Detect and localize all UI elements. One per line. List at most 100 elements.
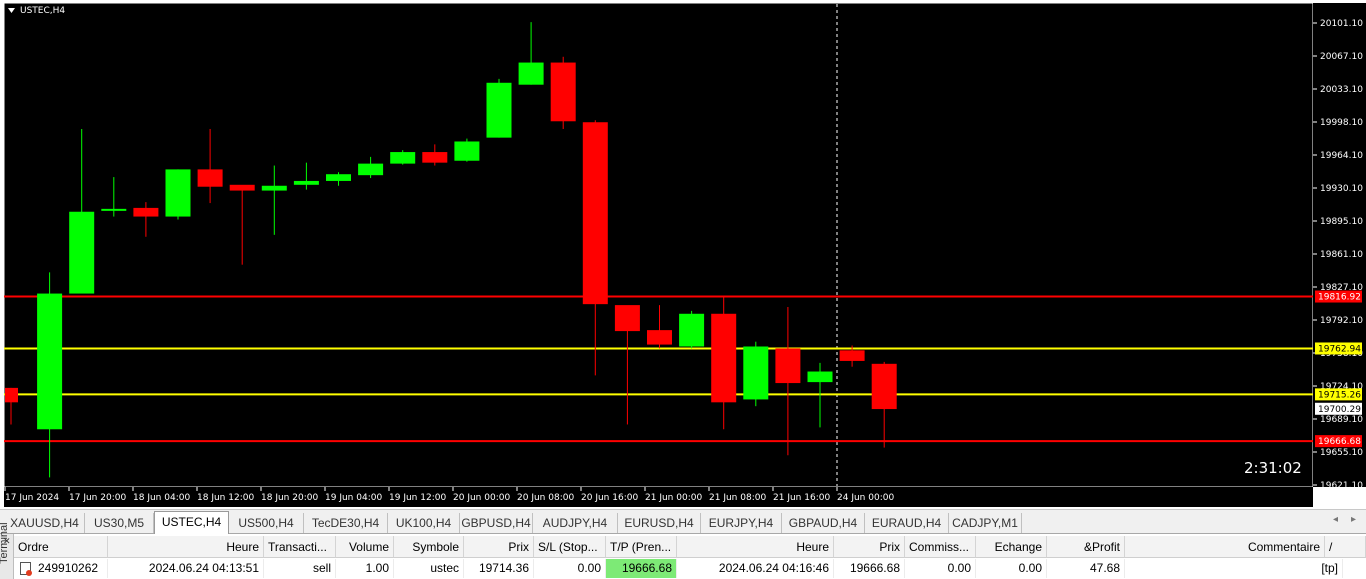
candle-body-bear [839,350,865,361]
tab-scroll-right-icon[interactable]: ▸ [1351,514,1356,525]
col-sort-glyph[interactable]: / [1325,536,1366,558]
price-tick-label: 19792.10 [1320,316,1363,326]
tab-ustec-h4[interactable]: USTEC,H4 [154,511,229,534]
tab-us30-m5[interactable]: US30,M5 [85,513,154,533]
cell-tp: 19666.68 [606,559,677,578]
time-tick-label: 17 Jun 20:00 [69,493,126,503]
time-tick-label: 21 Jun 16:00 [773,493,830,503]
col-header-heure[interactable]: Heure [108,536,264,558]
tab-eurusd-h4[interactable]: EURUSD,H4 [618,513,701,533]
candle-body-bear [711,313,737,403]
time-tick-label: 19 Jun 12:00 [389,493,446,503]
level-price-tag-label: 19762.94 [1318,344,1361,354]
col-header-prix-close[interactable]: Prix [834,536,905,558]
price-tick-label: 19930.10 [1320,184,1363,194]
candle-body-bull [293,180,319,185]
col-header-tp[interactable]: T/P (Pren... [606,536,677,558]
price-tick-label: 20067.10 [1320,52,1363,62]
price-tick-label: 19895.10 [1320,217,1363,227]
cell-volume: 1.00 [336,559,394,578]
candle-body-bear [582,122,608,305]
level-price-tag-label: 19816.92 [1318,293,1361,303]
col-header-ordre[interactable]: Ordre [14,536,108,558]
tab-eurjpy-h4[interactable]: EURJPY,H4 [701,513,782,533]
candle-body-bull [518,62,544,85]
tab-uk100-h4[interactable]: UK100,H4 [388,513,460,533]
cell-prix: 19714.36 [464,559,534,578]
price-tick-label: 19655.10 [1320,448,1363,458]
tab-gbpusd-h4[interactable]: GBPUSD,H4 [460,513,533,533]
col-header-commission[interactable]: Commiss... [905,536,976,558]
tab-tecde30-h4[interactable]: TecDE30,H4 [304,513,388,533]
cell-sl: 0.00 [534,559,606,578]
cell-echange: 0.00 [976,559,1047,578]
candle-body-bear [422,152,448,163]
price-tick-label: 20033.10 [1320,85,1363,95]
col-header-commentaire[interactable]: Commentaire [1125,536,1325,558]
time-tick-label: 24 Jun 00:00 [837,493,894,503]
time-tick-label: 20 Jun 08:00 [517,493,574,503]
tab-scroll-left-icon[interactable]: ◂ [1333,514,1338,525]
chart-symbol-label: USTEC,H4 [20,6,65,16]
cell-symbole: ustec [394,559,464,578]
cell-commentaire: [tp] [1125,559,1343,578]
cell-ordre[interactable]: 249910262 [34,559,108,578]
candle-body-bull [261,185,287,191]
candle-body-bull [454,141,480,161]
candle-body-bull [69,211,95,294]
candle-body-bull [37,293,63,430]
time-tick-label: 19 Jun 04:00 [325,493,382,503]
chart-window[interactable]: 20101.10 20067.10 20033.10 19998.10 19964.10… [0,0,1366,509]
time-tick-label: 18 Jun 20:00 [261,493,318,503]
time-tick-label: 20 Jun 00:00 [453,493,510,503]
price-chart[interactable]: 20101.10 20067.10 20033.10 19998.10 19964.10… [0,0,1366,509]
col-header-echange[interactable]: Echange [976,536,1047,558]
candle-body-bear [197,169,223,187]
candle-body-bear [5,387,18,403]
cell-transaction: sell [264,559,336,578]
cell-prix-close: 19666.68 [834,559,905,578]
time-tick-label: 18 Jun 12:00 [197,493,254,503]
candle-body-bull [679,313,705,347]
time-tick-label: 18 Jun 04:00 [133,493,190,503]
tab-cadjpy-m1[interactable]: CADJPY,M1 [949,513,1022,533]
tab-euraud-h4[interactable]: EURAUD,H4 [865,513,949,533]
candle-body-bear [229,184,255,191]
col-header-transaction[interactable]: Transacti... [264,536,336,558]
cell-commission: 0.00 [905,559,976,578]
candle-body-bear [133,207,159,217]
candle-body-bull [358,163,384,176]
col-header-heure-close[interactable]: Heure [677,536,834,558]
terminal-side-label: Terminal [0,522,10,564]
col-header-prix[interactable]: Prix [464,536,534,558]
price-tick-label: 19998.10 [1320,118,1363,128]
time-tick-label: 21 Jun 00:00 [645,493,702,503]
candle-body-bull [486,82,512,138]
price-tick-label: 20101.10 [1320,19,1363,29]
tab-gbpaud-h4[interactable]: GBPAUD,H4 [782,513,865,533]
col-header-profit[interactable]: &Profit [1047,536,1125,558]
bar-countdown: 2:31:02 [1244,459,1302,477]
tab-us500-h4[interactable]: US500,H4 [229,513,304,533]
tab-xauusd-h4[interactable]: XAUUSD,H4 [5,513,85,533]
candle-body-bull [101,208,127,211]
price-tick-label: 19621.10 [1320,481,1363,491]
col-header-volume[interactable]: Volume [336,536,394,558]
plot-area [3,2,1314,488]
candle-body-bear [550,62,576,122]
col-header-sl[interactable]: S/L (Stop... [534,536,606,558]
price-tick-label: 19689.10 [1320,415,1363,425]
price-tick-label: 19964.10 [1320,151,1363,161]
candle-body-bear [871,363,897,410]
candle-body-bull [326,174,351,181]
candle-body-bull [743,346,769,400]
price-tick-label: 19861.10 [1320,250,1363,260]
candle-body-bull [807,371,833,383]
tab-audjpy-h4[interactable]: AUDJPY,H4 [533,513,618,533]
terminal-side-strip: ✕ Terminal [0,522,14,579]
candle-body-bear [775,348,801,384]
cell-profit: 47.68 [1047,559,1125,578]
time-tick-label: 17 Jun 2024 [5,493,59,503]
cell-heure: 2024.06.24 04:13:51 [108,559,264,578]
col-header-symbole[interactable]: Symbole [394,536,464,558]
